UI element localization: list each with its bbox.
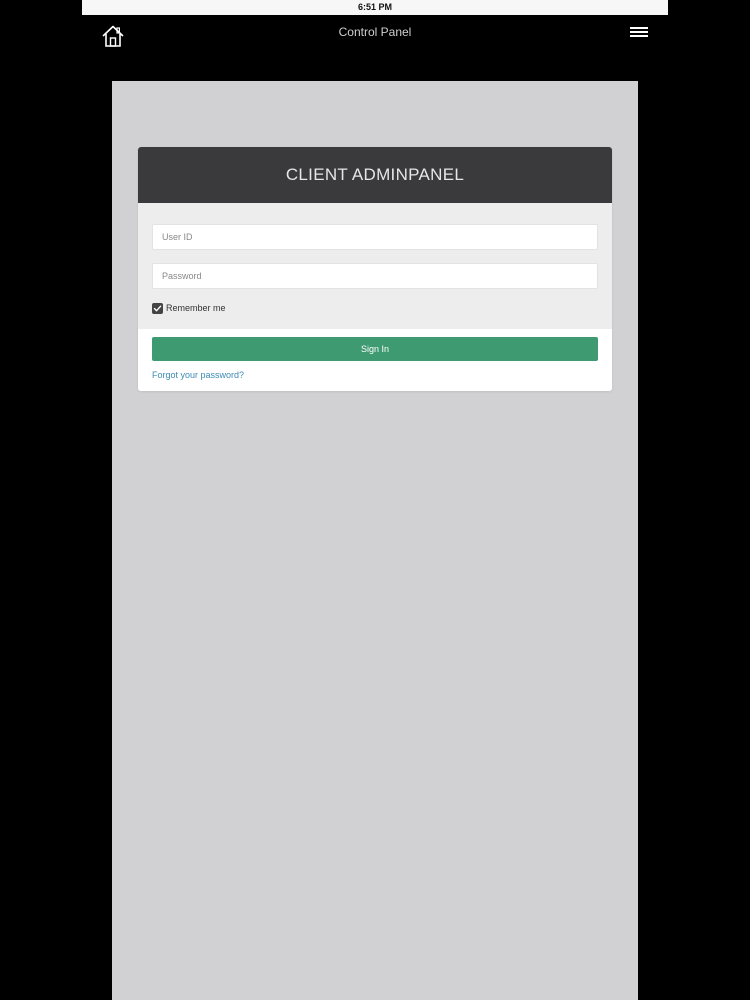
login-form: Remember me [138,203,612,329]
nav-title: Control Panel [338,25,412,39]
status-time: 6:51 PM [357,2,392,12]
nav-bar: Control Panel [82,15,668,53]
remember-me-label: Remember me [166,303,226,313]
hamburger-menu-icon [630,27,648,37]
login-heading: CLIENT ADMINPANEL [138,147,612,203]
login-card: CLIENT ADMINPANEL Remember me Sign In Fo… [138,147,612,391]
app-screen: 6:51 PM Control Panel CLIENT ADMINPANEL [0,0,750,1000]
user-id-input[interactable] [152,224,598,250]
checkmark-icon [153,305,162,311]
login-actions: Sign In Forgot your password? [138,329,612,391]
remember-me-row: Remember me [152,301,598,315]
content-area: CLIENT ADMINPANEL Remember me Sign In Fo… [112,81,638,1000]
status-bar: 6:51 PM [82,0,668,15]
menu-button[interactable] [630,27,648,41]
remember-me-checkbox[interactable] [152,302,163,314]
forgot-password-link[interactable]: Forgot your password? [152,370,244,380]
sign-in-button[interactable]: Sign In [152,337,598,361]
password-input[interactable] [152,263,598,289]
